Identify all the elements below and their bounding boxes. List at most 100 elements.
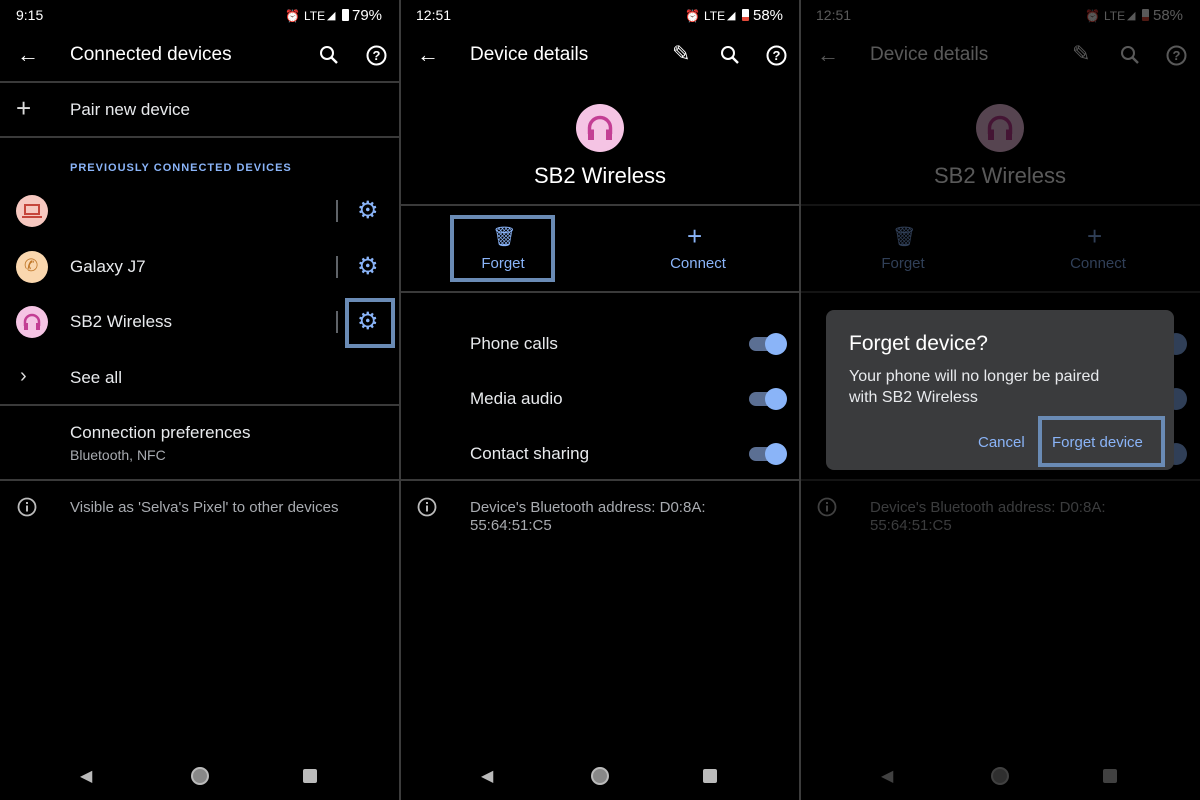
- bluetooth-address: Device's Bluetooth address: D0:8A:: [870, 499, 1106, 516]
- divider: [401, 479, 801, 481]
- section-header: PREVIOUSLY CONNECTED DEVICES: [70, 162, 292, 174]
- divider: [336, 200, 338, 222]
- item-title: Connection preferences: [70, 423, 251, 442]
- home-nav-icon[interactable]: [191, 767, 209, 785]
- help-icon[interactable]: ?: [366, 45, 387, 66]
- svg-text:?: ?: [773, 48, 781, 63]
- toggle-row-contact-sharing[interactable]: Contact sharing: [401, 430, 801, 476]
- alarm-icon: ⏰: [685, 9, 700, 23]
- device-name: Galaxy J7: [70, 257, 146, 276]
- info-icon: [417, 497, 437, 517]
- back-nav-icon[interactable]: ◀: [80, 766, 92, 786]
- device-row-sb2-wireless[interactable]: SB2 Wireless ⚙: [0, 299, 400, 345]
- highlight-box: [345, 298, 395, 348]
- toggle-switch[interactable]: [749, 388, 787, 410]
- toggle-label: Media audio: [470, 389, 563, 408]
- svg-text:?: ?: [373, 48, 381, 63]
- gear-icon[interactable]: ⚙: [357, 196, 379, 225]
- signal-icon: ◢: [1127, 10, 1136, 22]
- status-time: 9:15: [16, 7, 44, 23]
- back-arrow-icon[interactable]: ←: [817, 42, 839, 68]
- signal-icon: ◢: [327, 10, 336, 22]
- device-row-laptop[interactable]: ⚙: [0, 188, 400, 234]
- alarm-icon: ⏰: [1085, 9, 1100, 23]
- laptop-icon: [16, 195, 48, 227]
- home-nav-icon[interactable]: [991, 767, 1009, 785]
- headset-icon: [976, 104, 1024, 152]
- pair-new-device-button[interactable]: + Pair new device: [0, 83, 400, 136]
- toggle-row-media-audio[interactable]: Media audio: [401, 375, 801, 421]
- battery-level: 58%: [753, 7, 784, 24]
- divider: [401, 204, 801, 206]
- edit-pencil-icon[interactable]: ✎: [672, 41, 690, 67]
- dialog-message-cont: with SB2 Wireless: [849, 389, 978, 406]
- divider: [0, 136, 400, 138]
- recents-nav-icon[interactable]: [1103, 769, 1117, 783]
- plus-icon: +: [16, 93, 32, 123]
- chevron-right-icon: ›: [20, 365, 27, 387]
- visibility-note: Visible as 'Selva's Pixel' to other devi…: [70, 499, 339, 516]
- connect-button[interactable]: + Connect: [646, 215, 750, 281]
- back-nav-icon[interactable]: ◀: [481, 766, 493, 786]
- divider: [801, 479, 1200, 481]
- connection-preferences-item[interactable]: Connection preferences Bluetooth, NFC: [0, 406, 400, 479]
- battery-icon: [342, 9, 349, 21]
- search-icon[interactable]: [720, 45, 740, 65]
- headset-icon: [16, 306, 48, 338]
- page-title: Device details: [870, 44, 989, 65]
- connect-button[interactable]: + Connect: [1046, 215, 1150, 281]
- back-arrow-icon[interactable]: ←: [417, 42, 439, 68]
- device-name: SB2 Wireless: [933, 163, 1067, 188]
- recents-nav-icon[interactable]: [703, 769, 717, 783]
- bluetooth-address: Device's Bluetooth address: D0:8A:: [470, 499, 706, 516]
- dialog-title: Forget device?: [849, 332, 988, 355]
- page-title: Connected devices: [70, 44, 232, 65]
- status-time: 12:51: [816, 7, 852, 23]
- back-nav-icon[interactable]: ◀: [881, 766, 893, 786]
- toggle-row-phone-calls[interactable]: Phone calls: [401, 320, 801, 366]
- connected-devices-screen: 9:15 ⏰ LTE ◢ 79% ← Connected devices ? +…: [0, 0, 400, 800]
- page-title: Device details: [470, 44, 589, 65]
- forget-button[interactable]: 🗑︎ Forget: [851, 215, 955, 281]
- see-all-button[interactable]: › See all: [0, 355, 400, 401]
- help-icon[interactable]: ?: [766, 45, 787, 66]
- connect-label: Connect: [670, 255, 726, 272]
- device-name: SB2 Wireless: [70, 312, 173, 331]
- toggle-switch[interactable]: [749, 443, 787, 465]
- highlight-box: [1038, 416, 1165, 467]
- plus-icon: +: [1087, 221, 1103, 251]
- highlight-box: [450, 215, 555, 282]
- divider: [336, 256, 338, 278]
- forget-label: Forget: [881, 255, 925, 272]
- signal-icon: ◢: [727, 10, 736, 22]
- cancel-button[interactable]: Cancel: [978, 434, 1025, 451]
- network-type: LTE: [1104, 9, 1126, 23]
- dialog-message: Your phone will no longer be paired: [849, 368, 1100, 385]
- help-icon[interactable]: ?: [1166, 45, 1187, 66]
- pair-new-label: Pair new device: [70, 100, 191, 119]
- device-name: SB2 Wireless: [533, 163, 667, 188]
- search-icon[interactable]: [319, 45, 339, 65]
- trash-icon: 🗑︎: [892, 227, 917, 248]
- connect-label: Connect: [1070, 255, 1126, 272]
- device-details-screen: 12:51 ⏰ LTE ◢ 58% ← Device details ✎ ? S…: [401, 0, 801, 800]
- gear-icon[interactable]: ⚙: [357, 252, 379, 281]
- divider: [801, 204, 1200, 206]
- divider: [401, 291, 801, 293]
- device-row-galaxy-j7[interactable]: ✆ Galaxy J7 ⚙: [0, 244, 400, 290]
- bluetooth-address-cont: 55:64:51:C5: [870, 517, 952, 534]
- divider: [801, 291, 1200, 293]
- search-icon[interactable]: [1120, 45, 1140, 65]
- battery-icon: [1142, 9, 1149, 21]
- toggle-switch[interactable]: [749, 333, 787, 355]
- recents-nav-icon[interactable]: [303, 769, 317, 783]
- network-type: LTE: [704, 9, 726, 23]
- edit-pencil-icon[interactable]: ✎: [1072, 41, 1090, 67]
- info-icon: [17, 497, 37, 517]
- back-arrow-icon[interactable]: ←: [17, 42, 39, 68]
- item-subtitle: Bluetooth, NFC: [70, 447, 166, 463]
- status-time: 12:51: [416, 7, 452, 23]
- see-all-label: See all: [70, 368, 122, 387]
- svg-text:?: ?: [1173, 48, 1181, 63]
- home-nav-icon[interactable]: [591, 767, 609, 785]
